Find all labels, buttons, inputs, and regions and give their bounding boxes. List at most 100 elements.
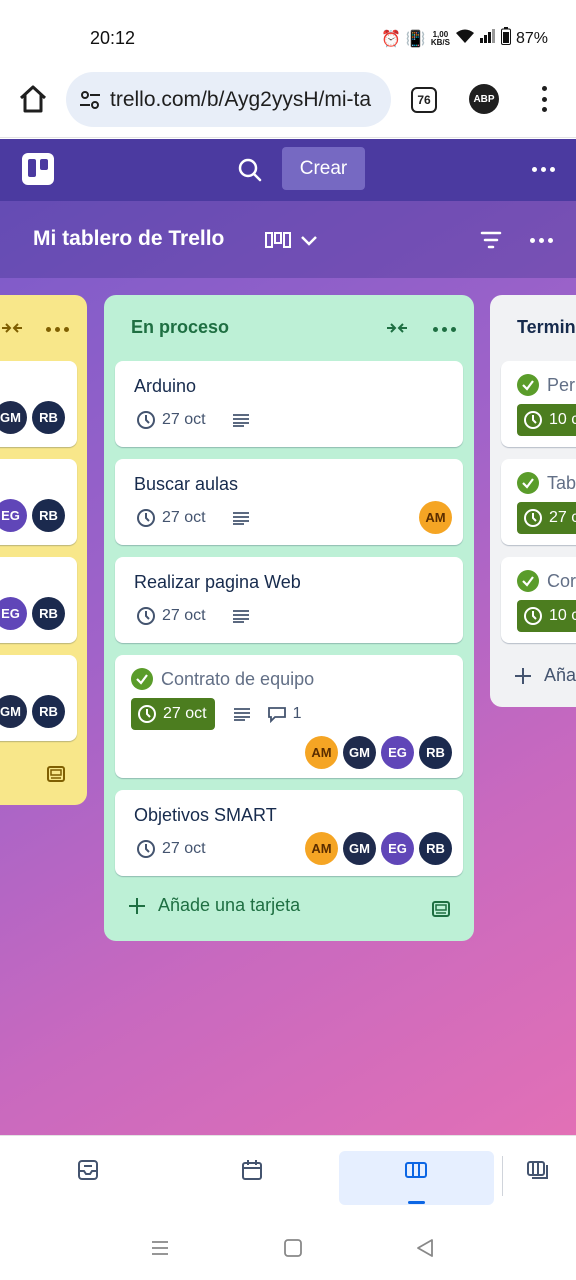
avatar[interactable]: GM [343,832,376,865]
card[interactable]: Per 10 c [501,361,576,447]
add-card-button[interactable]: Aña [514,665,576,686]
check-icon[interactable] [131,668,153,690]
card-buscar-aulas[interactable]: Buscar aulas 27 oct AM [115,459,463,545]
list-en-proceso: En proceso Arduino 27 oct Buscar aulas 2… [104,295,474,941]
collapse-list-icon[interactable] [0,319,24,337]
avatar[interactable]: EG [381,832,414,865]
due-date-badge[interactable]: 27 c [517,502,576,534]
due-date-badge[interactable]: 10 c [517,404,576,436]
tab-switcher-button[interactable]: 76 [411,87,437,113]
plus-icon [515,667,531,684]
back-icon[interactable] [414,1237,436,1259]
avatar[interactable]: RB [32,499,65,532]
template-icon[interactable] [431,900,451,918]
nav-inbox[interactable] [68,1150,108,1190]
avatar[interactable]: GM [0,695,27,728]
recent-apps-icon[interactable] [149,1237,171,1259]
template-icon[interactable] [46,765,66,783]
board-header: Mi tablero de Trello [0,201,576,278]
status-time: 20:12 [90,28,136,48]
avatar[interactable]: EG [0,499,27,532]
search-button[interactable] [236,156,264,184]
list-more-button[interactable] [433,327,456,332]
card-contrato-de-equipo[interactable]: Contrato de equipo 27 oct 1 AM GM EG RB [115,655,463,778]
card-title: Buscar aulas [134,474,239,494]
avatar[interactable]: EG [381,736,414,769]
card-arduino[interactable]: Arduino 27 oct [115,361,463,447]
list-title[interactable]: Termin [517,317,576,338]
adblock-button[interactable]: ABP [469,84,499,114]
avatar[interactable]: AM [305,832,338,865]
list-terminado: Termin Per 10 c Tab 27 c Cor 10 c Aña [490,295,576,707]
description-icon [232,610,249,623]
card[interactable]: Tab 27 c [501,459,576,545]
filter-icon[interactable] [479,228,503,252]
avatar[interactable]: RB [32,401,65,434]
clock-icon [137,509,155,527]
card-title: Contrato de equipo [161,668,315,689]
chevron-down-icon[interactable] [299,231,319,249]
card[interactable]: GM RB [0,361,77,447]
alarm-icon: ⏰ [381,30,401,48]
avatar[interactable]: AM [305,736,338,769]
header-more-button[interactable] [532,167,555,172]
nav-active-indicator [408,1201,425,1204]
avatar[interactable]: RB [419,832,452,865]
home-button[interactable] [16,82,50,116]
trello-header: Crear [0,139,576,201]
clock-icon [137,411,155,429]
browser-toolbar: trello.com/b/Ayg2yysH/mi-ta 76 ABP [0,70,576,138]
tune-icon[interactable] [78,88,102,112]
list-left-more-button[interactable] [46,327,69,332]
clock-icon [137,607,155,625]
due-date-badge[interactable]: 27 oct [131,698,215,730]
home-icon [19,85,47,113]
avatar[interactable]: RB [32,695,65,728]
comment-count: 1 [267,705,302,723]
card-title: Arduino [134,376,197,396]
wifi-icon [455,28,475,49]
check-icon[interactable] [517,570,539,592]
nav-switch-boards[interactable] [518,1150,558,1190]
avatar[interactable]: GM [343,736,376,769]
avatar[interactable]: EG [0,597,27,630]
collapse-list-icon[interactable] [385,319,409,337]
nav-board[interactable] [396,1150,436,1190]
nav-planner[interactable] [232,1150,272,1190]
add-card-button[interactable]: Añade una tarjeta [128,895,300,916]
due-date: 27 oct [162,509,206,526]
create-button[interactable]: Crear [282,147,365,190]
avatar[interactable]: GM [0,401,27,434]
board-icon [405,1162,427,1178]
nav-divider [502,1156,503,1196]
due-date-badge[interactable]: 10 c [517,600,576,632]
address-bar[interactable]: trello.com/b/Ayg2yysH/mi-ta [66,72,391,127]
calendar-icon [242,1160,262,1180]
board-more-button[interactable] [530,238,553,243]
board-view-icon[interactable] [265,230,291,250]
card[interactable]: EG RB [0,459,77,545]
browser-menu-button[interactable] [534,84,554,114]
inbox-icon [78,1160,98,1180]
board-canvas: Mi tablero de Trello GM RB EG RB EG RB G… [0,201,576,1135]
clock-icon [524,607,542,625]
check-icon[interactable] [517,472,539,494]
avatar[interactable]: RB [419,736,452,769]
status-bar: 20:12 ⏰ 📳 1,00 KB/S 87% [0,0,576,70]
battery-percent: 87% [515,29,548,47]
card-realizar-pagina-web[interactable]: Realizar pagina Web 27 oct [115,557,463,643]
check-icon[interactable] [517,374,539,396]
card-objetivos-smart[interactable]: Objetivos SMART 27 oct AM GM EG RB [115,790,463,876]
list-title[interactable]: En proceso [131,317,229,338]
avatar[interactable]: RB [32,597,65,630]
home-nav-icon[interactable] [282,1237,304,1259]
avatar[interactable]: AM [419,501,452,534]
card[interactable]: GM RB [0,655,77,741]
description-icon [233,708,250,721]
card[interactable]: Cor 10 c [501,557,576,643]
clock-icon [138,705,156,723]
card[interactable]: EG RB [0,557,77,643]
board-title[interactable]: Mi tablero de Trello [33,227,224,251]
bottom-nav [0,1135,576,1215]
trello-logo[interactable] [22,153,54,185]
